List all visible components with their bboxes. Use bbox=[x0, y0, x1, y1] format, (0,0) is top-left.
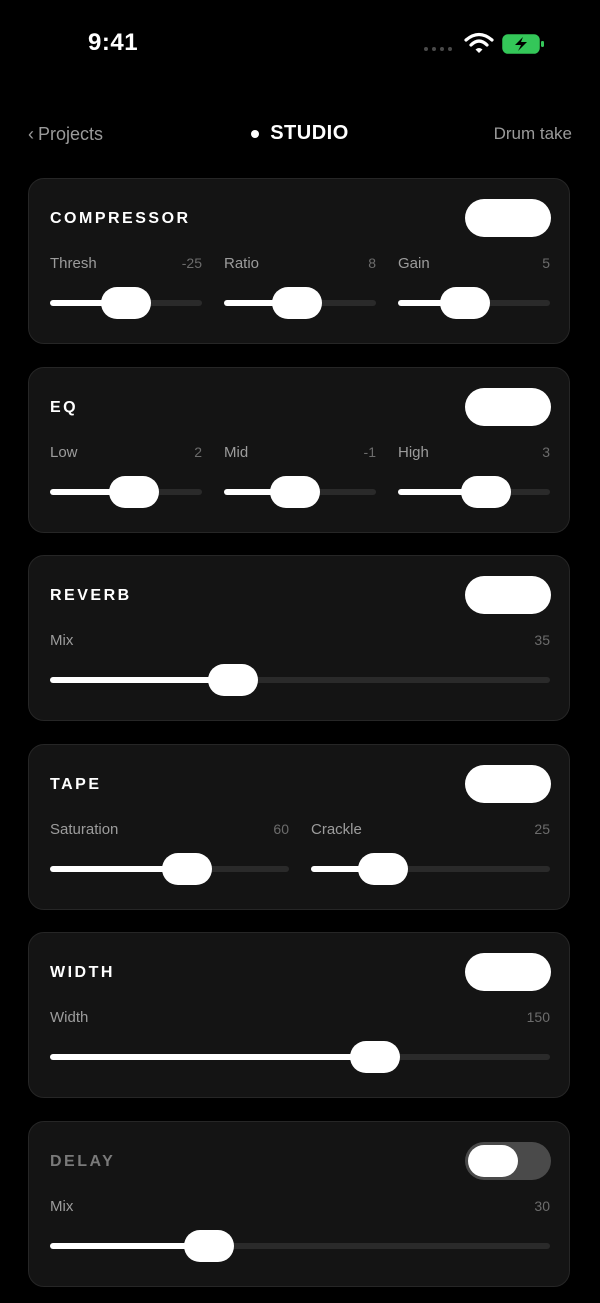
slider-thumb[interactable] bbox=[184, 1230, 234, 1262]
slider-track[interactable] bbox=[50, 287, 202, 319]
param-label: Width bbox=[50, 1009, 89, 1026]
slider-thumb[interactable] bbox=[357, 853, 408, 885]
param-value: 60 bbox=[273, 821, 289, 837]
module-toggle[interactable] bbox=[465, 765, 551, 803]
slider-track[interactable] bbox=[50, 1041, 550, 1073]
module-card-tape: TAPE Saturation 60 Crackle 25 bbox=[28, 744, 570, 910]
param-value: 8 bbox=[368, 255, 376, 271]
slider-track[interactable] bbox=[50, 1230, 550, 1262]
slider-track[interactable] bbox=[50, 664, 550, 696]
param-value: 5 bbox=[542, 255, 550, 271]
param-label: Mix bbox=[50, 1198, 74, 1215]
slider-track[interactable] bbox=[50, 476, 202, 508]
param-value: 150 bbox=[526, 1009, 550, 1025]
page-title-text: STUDIO bbox=[270, 122, 349, 144]
slider-thumb[interactable] bbox=[439, 287, 490, 319]
param-value: 2 bbox=[194, 444, 202, 460]
param-label: Mix bbox=[50, 632, 74, 649]
module-toggle[interactable] bbox=[465, 199, 551, 237]
param-value: 30 bbox=[534, 1198, 550, 1214]
slider-track[interactable] bbox=[224, 476, 376, 508]
param-label: Saturation bbox=[50, 821, 119, 838]
param-value: -1 bbox=[363, 444, 376, 460]
slider-track[interactable] bbox=[50, 853, 289, 885]
module-toggle[interactable] bbox=[465, 388, 551, 426]
status-bar: 9:41 bbox=[0, 0, 600, 90]
slider-thumb[interactable] bbox=[350, 1041, 400, 1073]
param-label: Crackle bbox=[311, 821, 362, 838]
slider-thumb[interactable] bbox=[270, 476, 321, 508]
param-label: Mid bbox=[224, 444, 249, 461]
module-toggle[interactable] bbox=[465, 576, 551, 614]
param-label: Gain bbox=[398, 255, 430, 272]
param-value: -25 bbox=[181, 255, 202, 271]
module-card-delay: DELAY Mix 30 bbox=[28, 1121, 570, 1287]
battery-charging-icon bbox=[502, 34, 544, 54]
slider-thumb[interactable] bbox=[208, 664, 258, 696]
module-title: REVERB bbox=[50, 587, 132, 604]
slider-fill bbox=[50, 677, 233, 683]
param-value: 3 bbox=[542, 444, 550, 460]
module-title: COMPRESSOR bbox=[50, 210, 191, 227]
module-title: TAPE bbox=[50, 776, 102, 793]
signal-dots-icon bbox=[424, 47, 452, 51]
slider-track[interactable] bbox=[311, 853, 550, 885]
module-card-eq: EQ Low 2 Mid -1 High 3 bbox=[28, 367, 570, 533]
slider-thumb[interactable] bbox=[101, 287, 151, 319]
wifi-icon bbox=[464, 32, 494, 53]
module-title: EQ bbox=[50, 399, 79, 416]
module-title: DELAY bbox=[50, 1153, 116, 1170]
module-card-reverb: REVERB Mix 35 bbox=[28, 555, 570, 721]
param-label: Ratio bbox=[224, 255, 260, 272]
module-toggle[interactable] bbox=[465, 953, 551, 991]
project-name: Drum take bbox=[493, 124, 572, 143]
param-label: Thresh bbox=[50, 255, 97, 272]
slider-thumb[interactable] bbox=[162, 853, 213, 885]
slider-track[interactable] bbox=[224, 287, 376, 319]
slider-thumb[interactable] bbox=[461, 476, 512, 508]
slider-track[interactable] bbox=[398, 476, 550, 508]
module-title: WIDTH bbox=[50, 964, 115, 981]
status-dot-icon bbox=[251, 129, 260, 138]
slider-thumb[interactable] bbox=[271, 287, 322, 319]
toggle-knob bbox=[468, 1145, 518, 1177]
param-value: 25 bbox=[534, 821, 550, 837]
slider-fill bbox=[50, 1054, 375, 1060]
slider-track[interactable] bbox=[398, 287, 550, 319]
param-label: High bbox=[398, 444, 429, 461]
param-value: 35 bbox=[534, 632, 550, 648]
nav-bar: ‹ Projects STUDIO Drum take bbox=[0, 118, 600, 154]
param-label: Low bbox=[50, 444, 78, 461]
module-card-width: WIDTH Width 150 bbox=[28, 932, 570, 1098]
slider-thumb[interactable] bbox=[108, 476, 159, 508]
module-toggle[interactable] bbox=[465, 1142, 551, 1180]
status-time: 9:41 bbox=[88, 29, 139, 56]
module-card-compressor: COMPRESSOR Thresh -25 Ratio 8 Gain 5 bbox=[28, 178, 570, 344]
